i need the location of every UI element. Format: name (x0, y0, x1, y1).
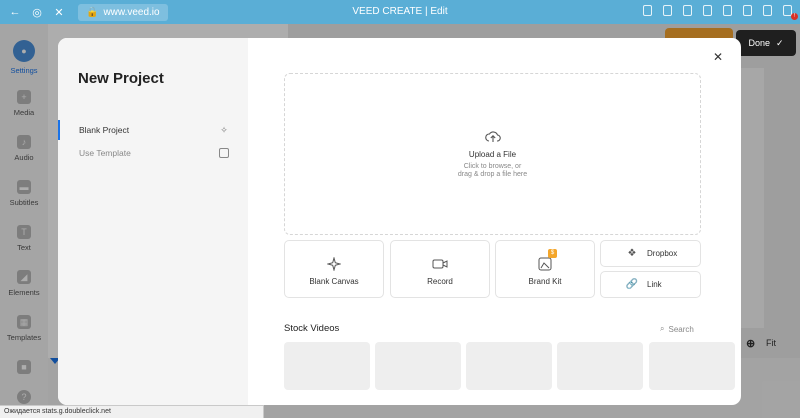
link-label: Link (647, 280, 662, 289)
option-use-template[interactable]: Use Template (58, 143, 248, 163)
upload-dropzone[interactable]: Upload a File Click to browse, or drag &… (284, 73, 701, 235)
template-icon (219, 148, 229, 158)
check-icon: ✓ (775, 37, 784, 48)
brand-kit-icon (496, 257, 594, 271)
collections-icon[interactable] (743, 5, 752, 16)
modal-sidebar: New Project Blank Project ✧ Use Template (58, 38, 248, 405)
stock-search[interactable]: ⌕ Search (660, 324, 694, 334)
notification-badge: ! (791, 13, 798, 20)
done-button[interactable]: Done ✓ (736, 30, 796, 56)
upload-cloud-icon (485, 131, 501, 142)
sparkle-icon: ✧ (220, 125, 228, 135)
stock-video-thumbnail[interactable] (284, 342, 370, 390)
search-icon: ⌕ (660, 324, 665, 333)
close-modal-icon[interactable]: ✕ (711, 50, 725, 64)
brand-kit-tile[interactable]: $ Brand Kit (495, 240, 595, 298)
sparkle-icon (285, 257, 383, 271)
browser-icons (643, 5, 792, 16)
link-button[interactable]: 🔗 Link (600, 271, 701, 298)
premium-badge: $ (548, 249, 557, 258)
tile-label: Blank Canvas (309, 277, 359, 286)
close-icon[interactable]: ✕ (52, 5, 66, 19)
link-icon: 🔗 (625, 279, 639, 290)
extension-icon[interactable] (703, 5, 712, 16)
address-bar[interactable]: 🔒 www.veed.io (78, 3, 168, 21)
search-label: Search (668, 324, 694, 334)
blank-canvas-tile[interactable]: Blank Canvas (284, 240, 384, 298)
lock-icon: 🔒 (86, 6, 99, 18)
bookmark-icon[interactable] (723, 5, 732, 16)
stock-video-thumbnail[interactable] (557, 342, 643, 390)
tile-label: Record (427, 277, 453, 286)
done-label: Done (748, 38, 770, 48)
record-icon (391, 257, 489, 271)
tile-label: Brand Kit (528, 277, 562, 286)
dropbox-label: Dropbox (647, 249, 678, 258)
dropbox-button[interactable]: ❖ Dropbox (600, 240, 701, 267)
modal-title: New Project (78, 70, 164, 87)
option-label: Blank Project (79, 125, 130, 135)
browser-status-bar: Ожидается stats.g.doubleclick.net (0, 405, 264, 418)
url-text: www.veed.io (103, 6, 160, 18)
browser-toolbar: ← ◎ ✕ 🔒 www.veed.io VEED CREATE | Edit ! (0, 0, 800, 24)
grid-icon[interactable] (643, 5, 652, 16)
upload-title: Upload a File (468, 150, 517, 159)
stock-video-thumbnail[interactable] (466, 342, 552, 390)
stock-video-thumbnail[interactable] (649, 342, 735, 390)
reader-icon[interactable] (663, 5, 672, 16)
profile-icon[interactable] (763, 5, 772, 16)
translate-icon[interactable] (683, 5, 692, 16)
record-tile[interactable]: Record (390, 240, 490, 298)
browser-home-icon[interactable]: ◎ (30, 5, 44, 19)
dropbox-icon: ❖ (627, 248, 637, 259)
stock-videos-heading: Stock Videos (284, 323, 340, 334)
stock-video-thumbnail[interactable] (375, 342, 461, 390)
upload-hint: Click to browse, or (463, 163, 522, 170)
option-blank-project[interactable]: Blank Project ✧ (58, 120, 248, 140)
new-project-modal: New Project Blank Project ✧ Use Template… (58, 38, 741, 405)
back-icon[interactable]: ← (8, 5, 22, 19)
option-label: Use Template (79, 148, 131, 158)
upload-hint: drag & drop a file here (457, 171, 528, 178)
